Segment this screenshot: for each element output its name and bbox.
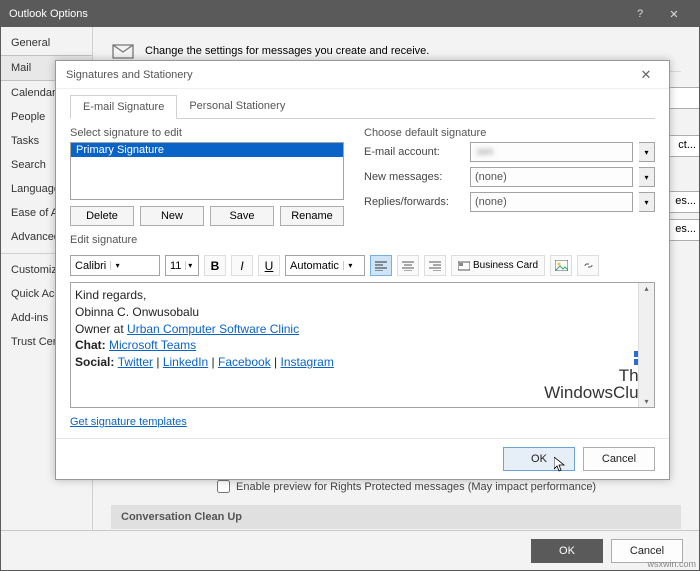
scroll-down-icon[interactable]: ▾ <box>644 396 648 407</box>
replies-row: Replies/forwards: (none) ▾ <box>364 192 655 212</box>
chevron-down-icon[interactable]: ▾ <box>343 261 357 270</box>
italic-button[interactable]: I <box>231 255 253 276</box>
default-signature-group: Choose default signature E-mail account:… <box>364 127 655 226</box>
align-right-button[interactable] <box>424 255 446 276</box>
top-row: Select signature to edit Primary Signatu… <box>70 127 655 226</box>
card-icon <box>458 261 470 271</box>
new-messages-label: New messages: <box>364 171 464 183</box>
link-facebook[interactable]: Facebook <box>218 355 271 369</box>
size-selector[interactable]: 11▾ <box>165 255 199 276</box>
link-urban-computer[interactable]: Urban Computer Software Clinic <box>127 322 299 336</box>
dialog-tabs: E-mail Signature Personal Stationery <box>70 95 655 119</box>
insert-picture-button[interactable] <box>550 255 572 276</box>
sig-line3: Owner at Urban Computer Software Clinic <box>75 321 650 338</box>
dialog-ok-button[interactable]: OK <box>503 447 575 471</box>
email-account-dropdown-icon[interactable]: ▾ <box>639 142 655 162</box>
font-color-selector[interactable]: Automatic▾ <box>285 255 365 276</box>
insert-link-button[interactable] <box>577 255 599 276</box>
sig-line4: Chat: Microsoft Teams <box>75 337 650 354</box>
chevron-down-icon[interactable]: ▾ <box>185 261 194 270</box>
email-account-label: E-mail account: <box>364 146 464 158</box>
default-signature-label: Choose default signature <box>364 127 655 139</box>
enable-preview-checkbox[interactable] <box>217 480 230 493</box>
save-button[interactable]: Save <box>210 206 274 226</box>
preview-checkbox-row: Enable preview for Rights Protected mess… <box>217 480 681 493</box>
link-icon <box>582 260 595 271</box>
edit-signature-label: Edit signature <box>70 234 655 246</box>
dialog-close-icon[interactable]: ✕ <box>633 67 659 83</box>
signature-editor[interactable]: Kind regards, Obinna C. Onwusobalu Owner… <box>70 282 655 408</box>
align-center-icon <box>402 261 414 271</box>
underline-button[interactable]: U <box>258 255 280 276</box>
new-button[interactable]: New <box>140 206 204 226</box>
replies-label: Replies/forwards: <box>364 196 464 208</box>
tab-personal-stationery[interactable]: Personal Stationery <box>177 95 297 118</box>
sig-line5: Social: Twitter | LinkedIn | Facebook | … <box>75 354 650 371</box>
enable-preview-label: Enable preview for Rights Protected mess… <box>236 481 596 493</box>
window-title: Outlook Options <box>9 8 623 20</box>
link-linkedin[interactable]: LinkedIn <box>163 355 208 369</box>
email-account-field[interactable]: :om <box>470 142 633 162</box>
get-templates-link[interactable]: Get signature templates <box>70 416 187 428</box>
bold-button[interactable]: B <box>204 255 226 276</box>
link-instagram[interactable]: Instagram <box>281 355 334 369</box>
font-selector[interactable]: Calibri▾ <box>70 255 160 276</box>
scroll-up-icon[interactable]: ▴ <box>644 283 648 294</box>
rename-button[interactable]: Rename <box>280 206 344 226</box>
dialog-cancel-button[interactable]: Cancel <box>583 447 655 471</box>
align-right-icon <box>429 261 441 271</box>
new-messages-row: New messages: (none) ▾ <box>364 167 655 187</box>
window-ok-button[interactable]: OK <box>531 539 603 563</box>
titlebar: Outlook Options ? ✕ <box>1 1 699 27</box>
templates-link-row: Get signature templates <box>70 408 655 432</box>
sig-line1: Kind regards, <box>75 287 650 304</box>
email-account-row: E-mail account: :om ▾ <box>364 142 655 162</box>
signature-selected-item[interactable]: Primary Signature <box>71 143 343 157</box>
replies-field[interactable]: (none) <box>470 192 633 212</box>
envelope-icon <box>111 41 135 61</box>
new-messages-dropdown-icon[interactable]: ▾ <box>639 167 655 187</box>
align-left-icon <box>375 261 387 271</box>
dialog-title: Signatures and Stationery <box>66 69 193 81</box>
replies-dropdown-icon[interactable]: ▾ <box>639 192 655 212</box>
signature-listbox[interactable]: Primary Signature <box>70 142 344 200</box>
dialog-footer: OK Cancel <box>56 438 669 479</box>
signature-content: Kind regards, Obinna C. Onwusobalu Owner… <box>75 287 650 371</box>
help-icon[interactable]: ? <box>623 1 657 27</box>
dialog-titlebar: Signatures and Stationery ✕ <box>56 61 669 89</box>
business-card-button[interactable]: Business Card <box>451 255 545 276</box>
signatures-dialog: Signatures and Stationery ✕ E-mail Signa… <box>55 60 670 480</box>
new-messages-field[interactable]: (none) <box>470 167 633 187</box>
editor-scrollbar[interactable]: ▴▾ <box>638 283 654 407</box>
align-center-button[interactable] <box>397 255 419 276</box>
section-conversation-cleanup: Conversation Clean Up <box>111 505 681 529</box>
align-left-button[interactable] <box>370 255 392 276</box>
signature-buttons: Delete New Save Rename <box>70 206 344 226</box>
chevron-down-icon[interactable]: ▾ <box>110 261 124 270</box>
select-signature-label: Select signature to edit <box>70 127 344 139</box>
attribution: wsxwin.com <box>647 559 696 569</box>
select-signature-group: Select signature to edit Primary Signatu… <box>70 127 344 226</box>
dialog-body: E-mail Signature Personal Stationery Sel… <box>56 89 669 438</box>
sig-line2: Obinna C. Onwusobalu <box>75 304 650 321</box>
link-teams[interactable]: Microsoft Teams <box>109 338 196 352</box>
sidebar-item-general[interactable]: General <box>1 31 92 55</box>
content-header-text: Change the settings for messages you cre… <box>145 45 429 57</box>
tab-email-signature[interactable]: E-mail Signature <box>70 95 177 119</box>
picture-icon <box>555 260 568 271</box>
editor-toolbar: Calibri▾ 11▾ B I U Automatic▾ Business C… <box>70 255 655 276</box>
delete-button[interactable]: Delete <box>70 206 134 226</box>
bottom-bar: OK Cancel <box>1 530 699 570</box>
link-twitter[interactable]: Twitter <box>118 355 153 369</box>
close-icon[interactable]: ✕ <box>657 1 691 27</box>
